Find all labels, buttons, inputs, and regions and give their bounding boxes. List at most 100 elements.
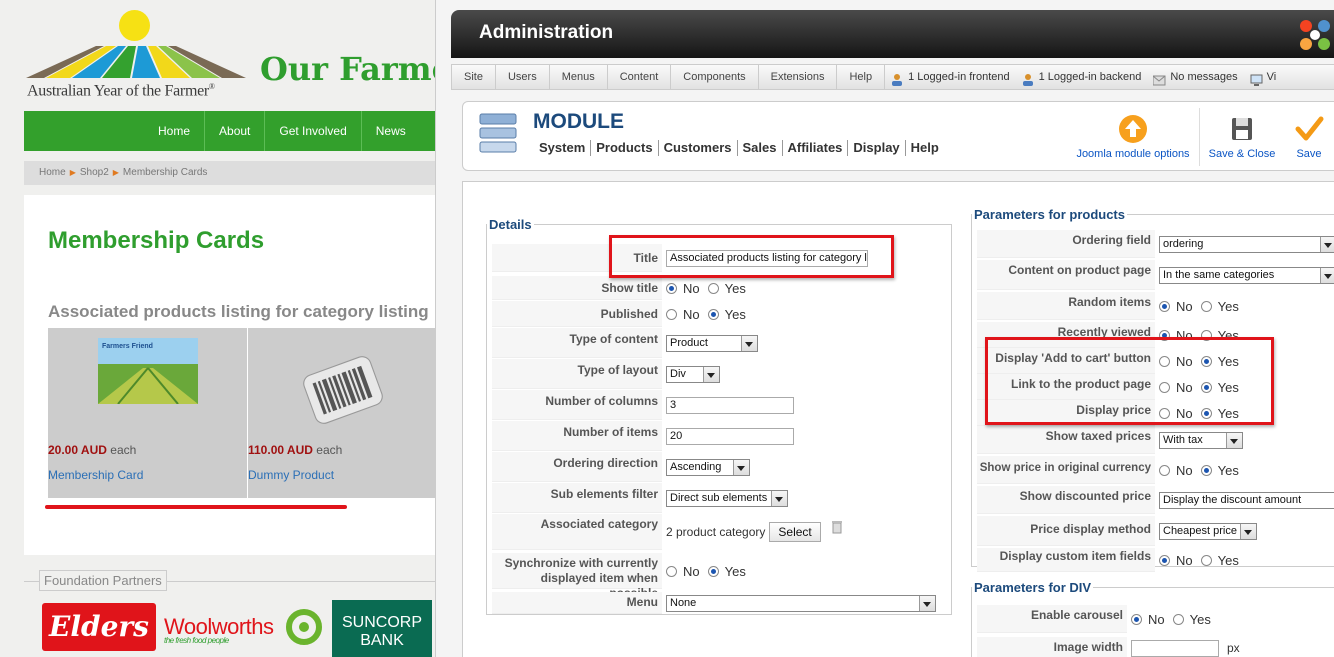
ordering-field-select[interactable]: ordering: [1159, 235, 1334, 253]
menu-users[interactable]: Users: [496, 65, 550, 89]
membership-card-image[interactable]: Farmers Friend: [98, 338, 198, 404]
options-highlight-box: [985, 337, 1274, 425]
status-view-site[interactable]: Vi: [1244, 65, 1283, 89]
menu-help[interactable]: Help: [837, 65, 886, 89]
suncorp-logo[interactable]: SUNCORP BANK: [332, 600, 432, 657]
row-carousel: Enable carousel No Yes: [977, 605, 1211, 633]
menu-site[interactable]: Site: [452, 65, 496, 89]
subnav-display[interactable]: Display: [847, 140, 904, 156]
num-cols-label: Number of columns: [492, 390, 662, 420]
product-name-link[interactable]: Membership Card: [48, 468, 143, 482]
breadcrumb: Home ▶ Shop2 ▶ Membership Cards: [24, 161, 435, 185]
custom-fields-yes-radio[interactable]: [1200, 554, 1212, 566]
options-arrow-icon: [1119, 115, 1147, 143]
px-unit: px: [1227, 641, 1240, 655]
sub-filter-select[interactable]: Direct sub elements: [666, 489, 788, 507]
crumb-shop2[interactable]: Shop2: [80, 167, 109, 178]
status-messages[interactable]: No messages: [1147, 65, 1243, 89]
sync-label: Synchronize with currently displayed item…: [492, 553, 662, 600]
row-random: Random items No Yes: [977, 292, 1239, 320]
orig-currency-yes-radio[interactable]: [1200, 464, 1212, 476]
menu-menus[interactable]: Menus: [550, 65, 608, 89]
product-name-link[interactable]: Dummy Product: [248, 468, 334, 482]
menu-content[interactable]: Content: [608, 65, 672, 89]
save-close-button[interactable]: Save & Close: [1207, 114, 1277, 160]
content-page-select[interactable]: In the same categories: [1159, 266, 1334, 284]
subnav-affiliates[interactable]: Affiliates: [781, 140, 848, 156]
show-title-no-label: No: [683, 280, 700, 296]
show-title-yes-radio[interactable]: [707, 282, 719, 294]
trash-icon[interactable]: [831, 520, 843, 534]
main-nav: Home About Get Involved News: [24, 111, 435, 151]
highlight-underline: [45, 505, 347, 509]
crumb-home[interactable]: Home: [39, 167, 66, 178]
subnav-system[interactable]: System: [539, 140, 590, 156]
random-no-radio[interactable]: [1159, 300, 1170, 312]
custom-fields-label: Display custom item fields: [977, 548, 1155, 572]
num-items-input[interactable]: 20: [666, 427, 794, 445]
user-icon: [891, 71, 904, 86]
elders-logo[interactable]: Elders: [42, 603, 156, 651]
subnav-help[interactable]: Help: [904, 140, 944, 156]
save-close-label: Save & Close: [1208, 148, 1276, 160]
toolbar-divider: [1199, 108, 1200, 166]
row-show-taxed: Show taxed prices With tax: [977, 426, 1243, 454]
num-cols-input[interactable]: 3: [666, 396, 794, 414]
show-title-label: Show title: [492, 276, 662, 300]
menu-extensions[interactable]: Extensions: [759, 65, 838, 89]
order-dir-select[interactable]: Ascending: [666, 458, 750, 476]
module-icon: [479, 113, 517, 153]
assoc-cat-value: 2 product category: [666, 525, 766, 539]
title-highlight-box: [609, 235, 894, 278]
row-type-content: Type of content Product: [492, 328, 758, 358]
custom-fields-no-label: No: [1176, 552, 1193, 568]
menu-components[interactable]: Components: [671, 65, 759, 89]
sync-no-radio[interactable]: [666, 565, 677, 577]
published-yes-label: Yes: [724, 306, 746, 322]
carousel-no-radio[interactable]: [1131, 613, 1142, 625]
nav-about[interactable]: About: [204, 111, 264, 151]
subnav-products[interactable]: Products: [590, 140, 657, 156]
show-title-no-radio[interactable]: [666, 282, 677, 294]
select-category-button[interactable]: Select: [769, 522, 821, 542]
status-frontend-text: 1 Logged-in frontend: [908, 71, 1010, 83]
module-options-button[interactable]: Joomla module options: [1075, 114, 1191, 160]
status-frontend[interactable]: 1 Logged-in frontend: [885, 65, 1016, 89]
site-logo[interactable]: Australian Year of the Farmer®: [24, 8, 254, 104]
menu-select[interactable]: None: [666, 594, 936, 612]
subnav-sales[interactable]: Sales: [736, 140, 782, 156]
discounted-select[interactable]: Display the discount amount: [1159, 491, 1334, 509]
woolworths-logo[interactable]: Woolworths the fresh food people: [164, 614, 274, 645]
admin-header: Administration: [451, 10, 1334, 58]
subnav-customers[interactable]: Customers: [657, 140, 737, 156]
status-backend[interactable]: 1 Logged-in backend: [1016, 65, 1148, 89]
save-button[interactable]: Save: [1289, 114, 1329, 160]
show-taxed-label: Show taxed prices: [977, 426, 1155, 454]
carousel-yes-radio[interactable]: [1172, 613, 1184, 625]
sun-icon: [119, 10, 150, 41]
custom-fields-no-radio[interactable]: [1159, 554, 1170, 566]
published-yes-radio[interactable]: [707, 308, 719, 320]
barcode-icon[interactable]: [288, 350, 398, 430]
nav-home[interactable]: Home: [144, 111, 204, 151]
published-no-radio[interactable]: [666, 308, 677, 320]
type-layout-select[interactable]: Div: [666, 365, 720, 383]
sync-yes-radio[interactable]: [707, 565, 719, 577]
row-sub-filter: Sub elements filter Direct sub elements: [492, 483, 788, 513]
order-dir-label: Ordering direction: [492, 452, 662, 482]
row-type-layout: Type of layout Div: [492, 359, 720, 389]
custom-fields-yes-label: Yes: [1217, 552, 1239, 568]
orig-currency-label: Show price in original currency: [977, 456, 1155, 484]
page-title: MODULE: [533, 110, 624, 133]
orig-currency-no-radio[interactable]: [1159, 464, 1170, 476]
type-content-select[interactable]: Product: [666, 334, 758, 352]
random-no-label: No: [1176, 298, 1193, 314]
show-taxed-select[interactable]: With tax: [1159, 431, 1243, 449]
nav-news[interactable]: News: [360, 111, 420, 151]
random-yes-radio[interactable]: [1200, 300, 1212, 312]
img-width-input[interactable]: [1131, 639, 1219, 657]
nav-get-involved[interactable]: Get Involved: [264, 111, 360, 151]
price-method-select[interactable]: Cheapest price: [1159, 522, 1257, 540]
type-content-label: Type of content: [492, 328, 662, 358]
carousel-no-label: No: [1148, 611, 1165, 627]
